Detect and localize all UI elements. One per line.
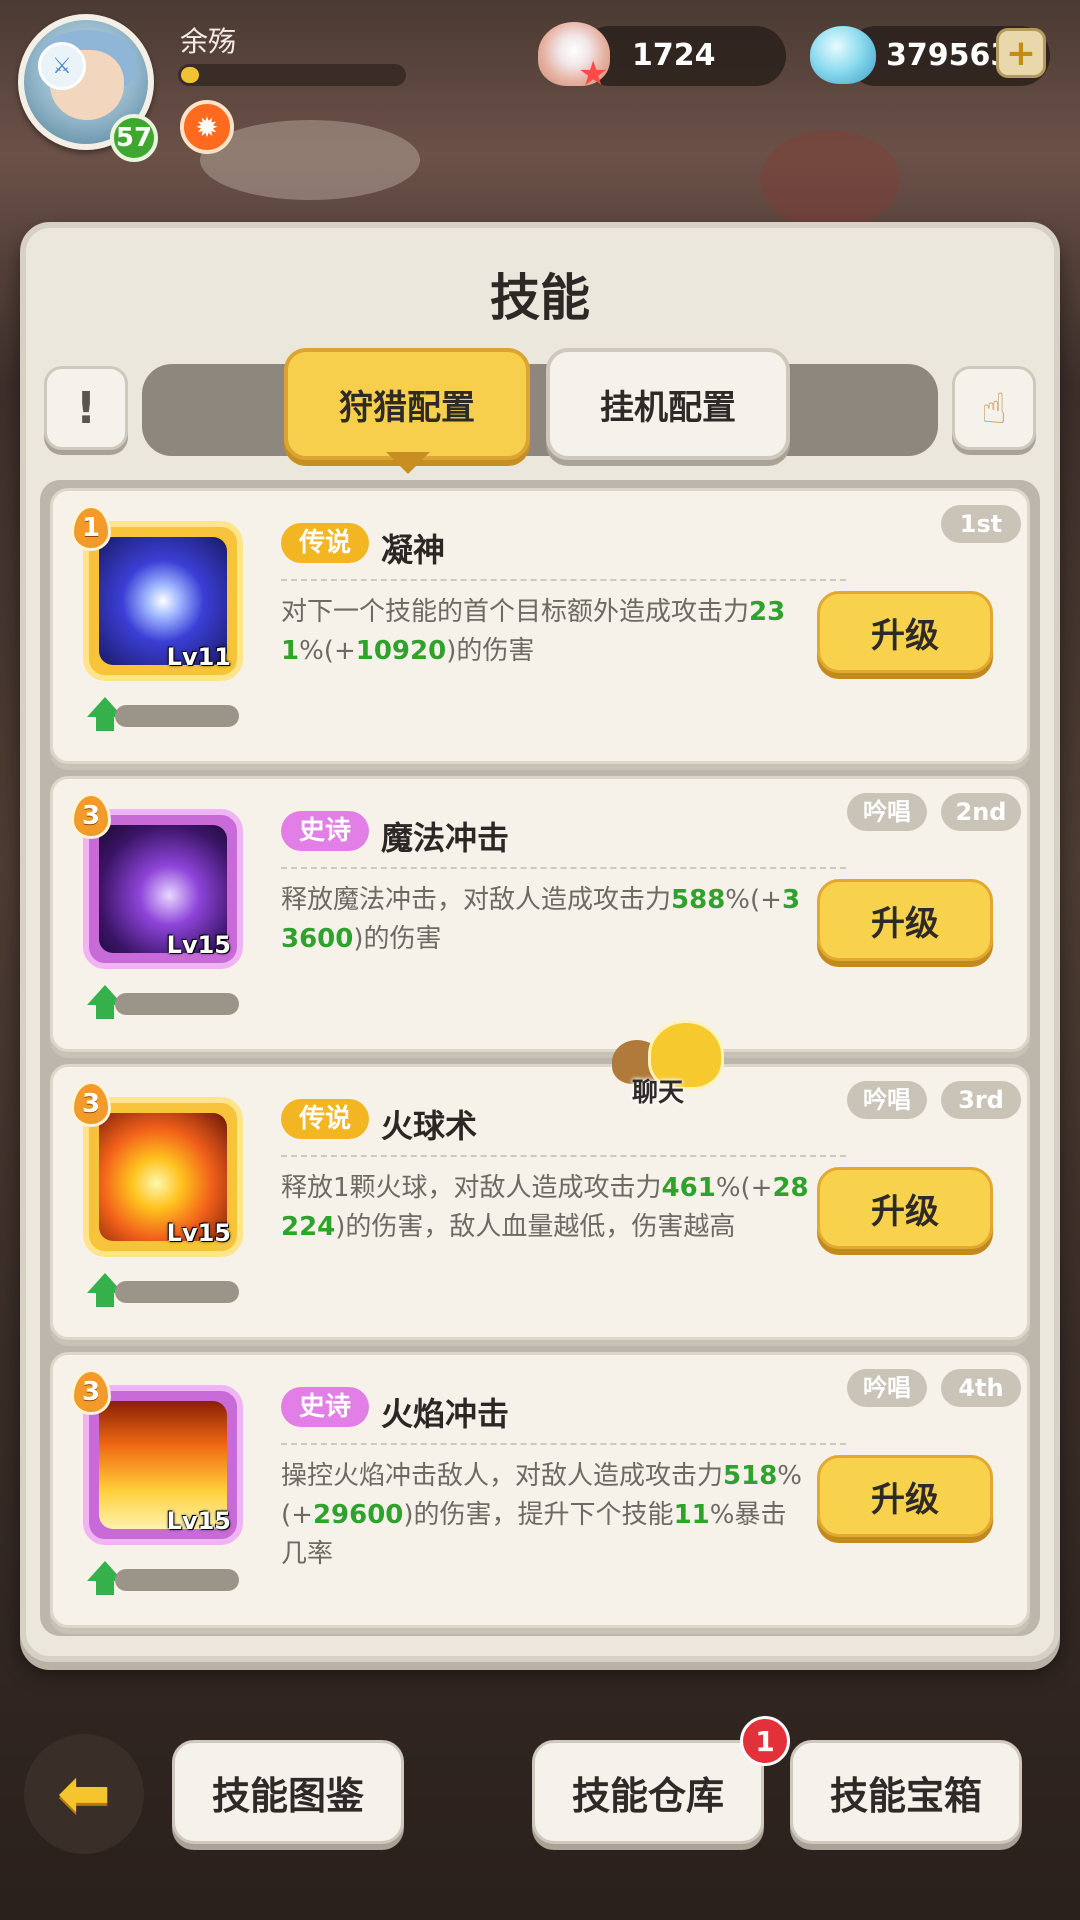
skill-rank-badge: 1 [71,505,111,551]
chant-tag: 吟唱 [847,1369,927,1407]
gem-icon [810,26,876,84]
upgrade-progress-bar [115,993,239,1015]
slot-order-tag: 1st [941,505,1021,543]
skill-description: 操控火焰冲击敌人，对敌人造成攻击力518%(+29600)的伤害，提升下个技能1… [281,1457,811,1574]
back-button[interactable]: ⬅ [24,1734,144,1854]
skill-name: 火焰冲击 [381,1395,510,1433]
skill-card-4[interactable]: Lv15 3 史诗 火焰冲击 操控火焰冲击敌人，对敌人造成攻击力518%(+29… [50,1352,1030,1628]
chat-button-label[interactable]: 聊天 [632,1072,684,1109]
upgrade-arrow-stem [96,1579,114,1595]
skill-codex-button[interactable]: 技能图鉴 [172,1740,404,1844]
info-button[interactable]: ! [44,366,128,450]
upgrade-button[interactable]: 升级 [817,879,993,961]
skill-rank-badge: 3 [71,793,111,839]
skill-name: 魔法冲击 [381,819,510,857]
back-arrow-icon: ⬅ [57,1757,111,1831]
player-name: 余殇 [180,25,237,58]
upgrade-progress-bar [115,1569,239,1591]
desc-value: 461 [661,1173,716,1203]
upgrade-button[interactable]: 升级 [817,1167,993,1249]
chant-tag: 吟唱 [847,793,927,831]
desc-text: )的伤害，敌人血量越低，伤害越高 [335,1212,736,1242]
desc-text: )的伤害 [446,636,535,666]
skill-card-1[interactable]: Lv11 1 传说 凝神 对下一个技能的首个目标额外造成攻击力231%(+109… [50,488,1030,764]
active-tab-pointer [386,452,430,474]
divider [281,867,846,869]
slot-order-tag: 4th [941,1369,1021,1407]
skill-description: 释放魔法冲击，对敌人造成攻击力588%(+33600)的伤害 [281,881,811,959]
rarity-badge: 史诗 [281,1387,370,1427]
skill-icon-frame[interactable]: Lv11 [83,521,243,681]
skill-rank-badge: 3 [71,1369,111,1415]
slot-order-tag: 2nd [941,793,1021,831]
rarity-badge: 传说 [281,1099,370,1139]
desc-value: 29600 [312,1500,404,1530]
desc-text: %(+ [299,636,356,666]
add-gems-button[interactable]: + [996,28,1046,78]
xp-bar [178,64,406,86]
desc-value: 11 [673,1500,710,1530]
xp-bar-fill [181,67,199,83]
sword-badge-icon: ⚔ [38,42,86,90]
player-level-badge: 57 [110,114,158,162]
upgrade-progress-bar [115,705,239,727]
desc-text: %(+ [715,1173,773,1203]
tab-idle-config[interactable]: 挂机配置 [546,348,790,460]
skill-warehouse-button[interactable]: 技能仓库 [532,1740,764,1844]
desc-text: )的伤害 [353,924,442,954]
skill-name: 凝神 [381,531,446,569]
skill-card-2[interactable]: Lv15 3 史诗 魔法冲击 释放魔法冲击，对敌人造成攻击力588%(+3360… [50,776,1030,1052]
starfish-icon: ★ [578,54,609,94]
gem-amount: 379563 [886,38,1012,73]
upgrade-button[interactable]: 升级 [817,1455,993,1537]
upgrade-arrow-stem [96,1291,114,1307]
desc-text: )的伤害，提升下个技能 [403,1500,674,1530]
desc-value: 10920 [355,636,447,666]
desc-value: 588 [671,885,726,915]
desc-text: 对下一个技能的首个目标额外造成攻击力 [281,597,750,627]
tab-track [142,364,938,456]
rarity-badge: 史诗 [281,811,370,851]
divider [281,1443,846,1445]
skill-name: 火球术 [381,1107,478,1145]
skill-icon-frame[interactable]: Lv15 [83,809,243,969]
upgrade-progress-bar [115,1281,239,1303]
desc-text: 释放魔法冲击，对敌人造成攻击力 [281,885,672,915]
divider [281,579,846,581]
upgrade-button[interactable]: 升级 [817,591,993,673]
tab-hunt-config[interactable]: 狩猎配置 [284,348,530,460]
hand-tap-icon: ☝ [981,383,1007,433]
notification-badge: 1 [740,1716,790,1766]
desc-text: %(+ [725,885,782,915]
skill-level: Lv11 [166,643,231,671]
slot-order-tag: 3rd [941,1081,1021,1119]
background-lantern [760,130,900,230]
divider [281,1155,846,1157]
rarity-badge: 传说 [281,523,370,563]
status-buff-icon[interactable]: ✹ [180,100,234,154]
skill-chest-button[interactable]: 技能宝箱 [790,1740,1022,1844]
hand-tap-button[interactable]: ☝ [952,366,1036,450]
skill-level: Lv15 [166,931,231,959]
desc-text: 操控火焰冲击敌人，对敌人造成攻击力 [281,1461,724,1491]
pearl-amount: 1724 [632,38,716,73]
skill-level: Lv15 [166,1507,231,1535]
desc-value: 518 [723,1461,778,1491]
skill-rank-badge: 3 [71,1081,111,1127]
upgrade-arrow-stem [96,1003,114,1019]
skill-card-3[interactable]: Lv15 3 传说 火球术 释放1颗火球，对敌人造成攻击力461%(+28224… [50,1064,1030,1340]
desc-text: 释放1颗火球，对敌人造成攻击力 [281,1173,662,1203]
chant-tag: 吟唱 [847,1081,927,1119]
skill-icon-frame[interactable]: Lv15 [83,1097,243,1257]
upgrade-arrow-stem [96,715,114,731]
skill-level: Lv15 [166,1219,231,1247]
page-title: 技能 [490,269,590,327]
skill-description: 对下一个技能的首个目标额外造成攻击力231%(+10920)的伤害 [281,593,811,671]
skill-description: 释放1颗火球，对敌人造成攻击力461%(+28224)的伤害，敌人血量越低，伤害… [281,1169,811,1247]
skill-icon-frame[interactable]: Lv15 [83,1385,243,1545]
